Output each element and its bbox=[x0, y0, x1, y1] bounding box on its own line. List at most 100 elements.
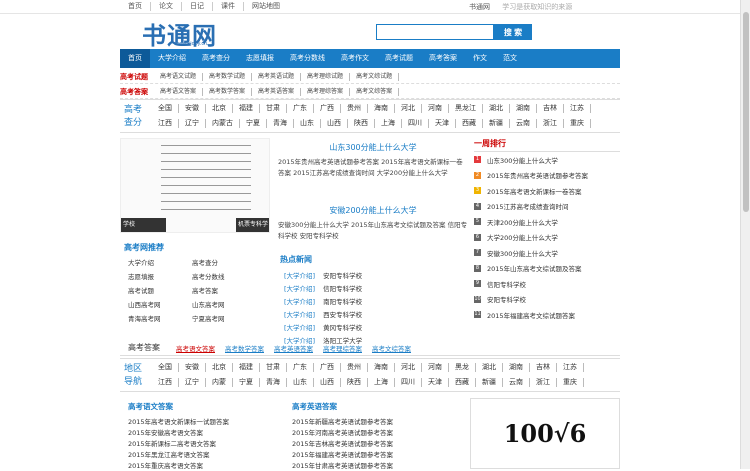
ranking-item[interactable]: 8 2015年山东高考文综试题及答案 bbox=[474, 261, 620, 277]
tab-answer[interactable]: 高考文综答案 bbox=[372, 343, 411, 353]
subrow-item[interactable]: 高考语文试题 bbox=[154, 72, 204, 81]
nav-item-composition[interactable]: 作文 bbox=[465, 49, 495, 68]
recommend-link[interactable]: 大学介绍 bbox=[128, 257, 192, 267]
hot-news-link[interactable]: 安阳专科学校 bbox=[323, 270, 362, 280]
hot-news-item[interactable]: [大学介绍] 信阳专科学校 bbox=[284, 281, 464, 294]
region-link[interactable]: 内蒙古 bbox=[206, 119, 240, 128]
subrow-item[interactable]: 高考理综试题 bbox=[301, 72, 351, 81]
subrow-item[interactable]: 高考语文答案 bbox=[154, 87, 204, 96]
list-item[interactable]: 2015年甘肃高考英语试题参考答案 bbox=[292, 460, 393, 471]
region-link[interactable]: 重庆 bbox=[557, 378, 584, 387]
region-link[interactable]: 吉林 bbox=[530, 363, 557, 372]
subrow-item[interactable]: 高考文综试题 bbox=[350, 72, 400, 81]
region-link[interactable]: 吉林 bbox=[537, 104, 564, 113]
hot-news-link[interactable]: 南阳专科学校 bbox=[323, 296, 362, 306]
ranking-item[interactable]: 4 2015江苏高考成绩查询时间 bbox=[474, 199, 620, 215]
ranking-item[interactable]: 5 天津200分能上什么大学 bbox=[474, 214, 620, 230]
region-link[interactable]: 青海 bbox=[267, 119, 294, 128]
region-link[interactable]: 北京 bbox=[206, 363, 233, 372]
region-link[interactable]: 云南 bbox=[503, 378, 530, 387]
list-item[interactable]: 2015年安徽高考语文答案 bbox=[128, 427, 229, 438]
search-button[interactable]: 搜 索 bbox=[494, 24, 532, 40]
region-link[interactable]: 重庆 bbox=[564, 119, 591, 128]
ranking-item[interactable]: 11 2015年福建高考文综试题答案 bbox=[474, 307, 620, 323]
region-link[interactable]: 海南 bbox=[368, 363, 395, 372]
hot-news-link[interactable]: 黄冈专科学校 bbox=[323, 322, 362, 332]
region-link[interactable]: 贵州 bbox=[341, 363, 368, 372]
headline-summary[interactable]: 安徽300分能上什么大学 2015年山东高考文综试题及答案 信阳专科学校 安阳专… bbox=[278, 220, 468, 242]
subrow-item[interactable]: 高考数学试题 bbox=[203, 72, 253, 81]
region-link[interactable]: 海南 bbox=[368, 104, 395, 113]
subrow-item[interactable]: 高考理综答案 bbox=[301, 87, 351, 96]
region-link[interactable]: 新疆 bbox=[483, 119, 510, 128]
region-link[interactable]: 安徽 bbox=[179, 104, 206, 113]
region-link[interactable]: 四川 bbox=[395, 378, 422, 387]
hot-news-tag[interactable]: [大学介绍] bbox=[284, 322, 315, 332]
list-item[interactable]: 2015年黑龙江高考语文答案 bbox=[128, 449, 229, 460]
hot-news-item[interactable]: [大学介绍] 南阳专科学校 bbox=[284, 294, 464, 307]
recommend-link[interactable]: 高考试题 bbox=[128, 285, 192, 295]
region-link[interactable]: 天津 bbox=[422, 378, 449, 387]
ranking-link[interactable]: 天津200分能上什么大学 bbox=[487, 217, 558, 227]
region-link[interactable]: 广西 bbox=[314, 363, 341, 372]
hot-news-item[interactable]: [大学介绍] 黄冈专科学校 bbox=[284, 320, 464, 333]
region-link[interactable]: 陕西 bbox=[341, 378, 368, 387]
recommend-link[interactable]: 志愿填报 bbox=[128, 271, 192, 281]
list-item[interactable]: 2015年高考语文新课标一试题答案 bbox=[128, 416, 229, 427]
recommend-link[interactable]: 宁夏高考网 bbox=[192, 313, 256, 323]
region-link[interactable]: 广东 bbox=[287, 363, 314, 372]
tab-answer[interactable]: 高考英语答案 bbox=[274, 343, 313, 353]
region-link[interactable]: 甘肃 bbox=[260, 104, 287, 113]
nav-item-exam[interactable]: 高考试题 bbox=[377, 49, 421, 68]
tab-answer[interactable]: 高考数学答案 bbox=[225, 343, 264, 353]
region-link[interactable]: 广西 bbox=[314, 104, 341, 113]
region-link[interactable]: 贵州 bbox=[341, 104, 368, 113]
region-link[interactable]: 山西 bbox=[314, 378, 341, 387]
list-item[interactable]: 2015年新疆高考英语试题参考答案 bbox=[292, 416, 393, 427]
ranking-item[interactable]: 3 2015年高考语文新课标一卷答案 bbox=[474, 183, 620, 199]
headline[interactable]: 山东300分能上什么大学 bbox=[278, 142, 468, 153]
region-link[interactable]: 云南 bbox=[510, 119, 537, 128]
region-link[interactable]: 山西 bbox=[321, 119, 348, 128]
region-link[interactable]: 浙江 bbox=[530, 378, 557, 387]
subrow-label[interactable]: 高考试题 bbox=[120, 72, 154, 82]
hot-news-tag[interactable]: [大学介绍] bbox=[284, 270, 315, 280]
headline[interactable]: 安徽200分能上什么大学 bbox=[278, 205, 468, 216]
top-link-paper[interactable]: 论文 bbox=[151, 2, 182, 11]
region-link[interactable]: 天津 bbox=[429, 119, 456, 128]
region-link[interactable]: 黑龙 bbox=[449, 363, 476, 372]
list-heading[interactable]: 高考语文答案 bbox=[128, 401, 229, 412]
search-input[interactable] bbox=[376, 24, 494, 40]
region-link[interactable]: 江西 bbox=[152, 119, 179, 128]
region-link[interactable]: 河南 bbox=[422, 104, 449, 113]
region-link[interactable]: 上海 bbox=[375, 119, 402, 128]
region-link[interactable]: 陕西 bbox=[348, 119, 375, 128]
ranking-link[interactable]: 2015年山东高考文综试题及答案 bbox=[487, 263, 582, 273]
hot-news-link[interactable]: 西安专科学校 bbox=[323, 309, 362, 319]
nav-item-cutoff[interactable]: 高考分数线 bbox=[282, 49, 333, 68]
subrow-item[interactable]: 高考英语试题 bbox=[252, 72, 302, 81]
ranking-link[interactable]: 2015年福建高考文综试题答案 bbox=[487, 310, 575, 320]
ranking-item[interactable]: 1 山东300分能上什么大学 bbox=[474, 152, 620, 168]
ranking-link[interactable]: 安徽300分能上什么大学 bbox=[487, 248, 558, 258]
top-link-sitemap[interactable]: 网站地图 bbox=[244, 2, 288, 11]
region-link[interactable]: 北京 bbox=[206, 104, 233, 113]
top-link-courseware[interactable]: 课件 bbox=[213, 2, 244, 11]
list-item[interactable]: 2015年吉林高考英语试题参考答案 bbox=[292, 438, 393, 449]
region-link[interactable]: 河北 bbox=[395, 104, 422, 113]
region-link[interactable]: 宁夏 bbox=[233, 378, 260, 387]
region-link[interactable]: 湖南 bbox=[510, 104, 537, 113]
ranking-link[interactable]: 山东300分能上什么大学 bbox=[487, 155, 558, 165]
subrow-item[interactable]: 高考英语答案 bbox=[252, 87, 302, 96]
math-banner[interactable]: 100√6 bbox=[470, 398, 620, 469]
image-caption[interactable]: 学校 bbox=[121, 218, 166, 232]
region-link[interactable]: 山东 bbox=[287, 378, 314, 387]
ranking-link[interactable]: 信阳专科学校 bbox=[487, 279, 526, 289]
region-link[interactable]: 河南 bbox=[422, 363, 449, 372]
region-link[interactable]: 湖北 bbox=[476, 363, 503, 372]
region-link[interactable]: 湖南 bbox=[503, 363, 530, 372]
nav-item-score[interactable]: 高考查分 bbox=[194, 49, 238, 68]
subrow-item[interactable]: 高考数学答案 bbox=[203, 87, 253, 96]
region-link[interactable]: 西藏 bbox=[449, 378, 476, 387]
region-link[interactable]: 宁夏 bbox=[240, 119, 267, 128]
